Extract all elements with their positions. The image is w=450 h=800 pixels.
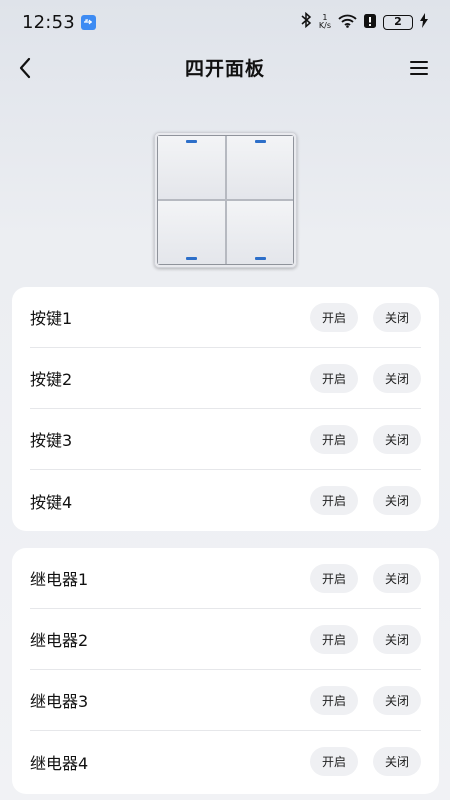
panel-key-top-right [226, 136, 293, 199]
menu-button[interactable] [406, 54, 432, 82]
key-on-button[interactable]: 开启 [310, 363, 358, 393]
page-title: 四开面板 [184, 57, 265, 80]
relay-on-button[interactable]: 开启 [310, 685, 358, 715]
key-label: 按键4 [30, 492, 73, 512]
relay-row: 继电器3 开启 关闭 [30, 670, 421, 731]
net-speed-unit: K/s [318, 21, 331, 30]
network-speed: 1 K/s [319, 14, 331, 30]
key-label: 按键2 [30, 370, 73, 389]
hamburger-menu-icon [410, 61, 428, 75]
relay-on-button[interactable]: 开启 [310, 747, 358, 776]
relay-label: 继电器1 [30, 570, 89, 589]
wifi-icon [338, 13, 357, 32]
key-row: 按键1 开启 关闭 [30, 287, 421, 348]
relay-off-button[interactable]: 关闭 [373, 624, 421, 654]
bluetooth-icon [301, 11, 312, 32]
status-time: 12:53 [22, 11, 75, 33]
key-off-button[interactable]: 关闭 [373, 302, 421, 332]
alert-icon [364, 13, 376, 32]
relay-off-button[interactable]: 关闭 [373, 563, 421, 593]
back-button[interactable] [12, 54, 38, 82]
panel-key-top-left [158, 136, 225, 199]
indicator-light [186, 257, 198, 260]
indicator-light [254, 257, 266, 260]
relays-card: 继电器1 开启 关闭 继电器2 开启 关闭 继电器3 开启 关闭 继电器4 开启… [12, 548, 439, 794]
indicator-light [186, 140, 198, 143]
four-gang-panel-image [154, 132, 297, 268]
key-on-button[interactable]: 开启 [310, 424, 358, 454]
indicator-light [254, 140, 266, 143]
key-row: 按键2 开启 关闭 [30, 348, 421, 409]
relay-label: 继电器4 [30, 753, 89, 773]
battery-indicator: 2 [383, 14, 413, 30]
panel-key-bottom-left [158, 201, 225, 264]
relay-row: 继电器4 开启 关闭 [30, 731, 421, 792]
key-label: 按键1 [30, 309, 73, 328]
relay-row: 继电器1 开启 关闭 [30, 548, 421, 609]
key-row: 按键3 开启 关闭 [30, 409, 421, 470]
key-off-button[interactable]: 关闭 [373, 486, 421, 515]
relay-label: 继电器3 [30, 692, 89, 711]
key-row: 按键4 开启 关闭 [30, 470, 421, 531]
app-header: 四开面板 [0, 44, 450, 90]
relay-on-button[interactable]: 开启 [310, 624, 358, 654]
relay-off-button[interactable]: 关闭 [373, 747, 421, 776]
chevron-left-icon [19, 57, 31, 79]
charging-icon [420, 12, 428, 32]
key-off-button[interactable]: 关闭 [373, 363, 421, 393]
key-on-button[interactable]: 开启 [310, 302, 358, 332]
key-label: 按键3 [30, 431, 73, 450]
key-on-button[interactable]: 开启 [310, 486, 358, 515]
relay-row: 继电器2 开启 关闭 [30, 609, 421, 670]
usb-icon [80, 14, 96, 30]
relay-label: 继电器2 [30, 631, 89, 650]
status-bar: 12:53 1 K/s 2 [0, 0, 450, 44]
relay-off-button[interactable]: 关闭 [373, 685, 421, 715]
relay-on-button[interactable]: 开启 [310, 563, 358, 593]
keys-card: 按键1 开启 关闭 按键2 开启 关闭 按键3 开启 关闭 按键4 开启 关闭 [12, 287, 439, 531]
key-off-button[interactable]: 关闭 [373, 424, 421, 454]
panel-key-bottom-right [226, 201, 293, 264]
